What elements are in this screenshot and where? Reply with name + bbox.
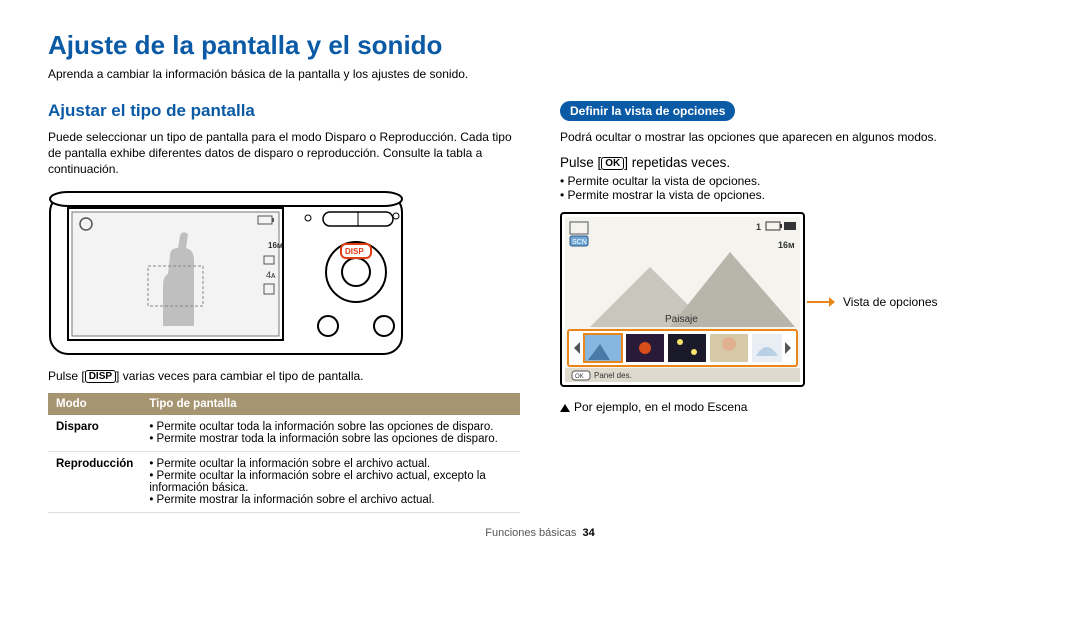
modes-table: Modo Tipo de pantalla Disparo Permite oc… xyxy=(48,393,520,513)
mode-cell: Reproducción xyxy=(48,451,141,512)
svg-text:1: 1 xyxy=(756,222,761,232)
pill-heading: Definir la vista de opciones xyxy=(560,101,735,121)
svg-text:SCN: SCN xyxy=(572,239,587,246)
svg-text:16ᴍ: 16ᴍ xyxy=(778,240,795,250)
mode-item: Permite mostrar la información sobre el … xyxy=(149,494,512,506)
bullet-item: Permite mostrar la vista de opciones. xyxy=(560,188,1032,202)
page-footer: Funciones básicas 34 xyxy=(48,527,1032,539)
left-column: Ajustar el tipo de pantalla Puede selecc… xyxy=(48,101,520,513)
arrow-icon xyxy=(807,295,835,309)
ok-label: OK xyxy=(601,157,624,170)
triangle-icon xyxy=(560,404,570,412)
footer-page: 34 xyxy=(582,527,594,539)
footer-section: Funciones básicas xyxy=(485,527,576,539)
svg-text:DISP: DISP xyxy=(345,247,364,256)
right-column: Definir la vista de opciones Podrá ocult… xyxy=(560,101,1032,513)
example-text: Por ejemplo, en el modo Escena xyxy=(574,400,747,414)
ok-instruction: Pulse [OK] repetidas veces. xyxy=(560,155,1032,170)
svg-text:OK: OK xyxy=(575,374,584,380)
instr-after: ] repetidas veces. xyxy=(624,155,730,170)
mode-item: Permite ocultar toda la información sobr… xyxy=(149,421,512,433)
svg-text:Panel des.: Panel des. xyxy=(594,371,632,380)
disp-caption: Pulse [DISP] varias veces para cambiar e… xyxy=(48,369,520,383)
table-row: Disparo Permite ocultar toda la informac… xyxy=(48,415,520,452)
lede: Aprenda a cambiar la información básica … xyxy=(48,67,1032,81)
mode-cell: Disparo xyxy=(48,415,141,452)
disp-label: DISP xyxy=(85,370,116,383)
caption-after: ] varias veces para cambiar el tipo de p… xyxy=(116,369,363,383)
section-heading-left: Ajustar el tipo de pantalla xyxy=(48,101,520,121)
mode-item: Permite ocultar la información sobre el … xyxy=(149,470,512,494)
camera-screen-illustration: SCN 1 16ᴍ Paisaje xyxy=(560,212,805,392)
camera-illustration: 16ᴍ 4ᴀ DISP xyxy=(48,186,520,361)
bullet-item: Permite ocultar la vista de opciones. xyxy=(560,174,1032,188)
right-bullets: Permite ocultar la vista de opciones. Pe… xyxy=(560,174,1032,202)
example-note: Por ejemplo, en el modo Escena xyxy=(560,400,1032,414)
mode-item: Permite ocultar la información sobre el … xyxy=(149,458,512,470)
caption-before: Pulse [ xyxy=(48,369,85,383)
options-annotation: Vista de opciones xyxy=(843,295,938,309)
mode-item: Permite mostrar toda la información sobr… xyxy=(149,433,512,445)
svg-text:16ᴍ: 16ᴍ xyxy=(268,241,283,250)
svg-text:4ᴀ: 4ᴀ xyxy=(266,270,276,280)
right-paragraph: Podrá ocultar o mostrar las opciones que… xyxy=(560,129,1032,145)
th-mode: Modo xyxy=(48,393,141,415)
left-paragraph: Puede seleccionar un tipo de pantalla pa… xyxy=(48,129,520,178)
instr-before: Pulse [ xyxy=(560,155,601,170)
page-title: Ajuste de la pantalla y el sonido xyxy=(48,30,1032,61)
table-row: Reproducción Permite ocultar la informac… xyxy=(48,451,520,512)
th-type: Tipo de pantalla xyxy=(141,393,520,415)
svg-text:Paisaje: Paisaje xyxy=(665,314,698,325)
